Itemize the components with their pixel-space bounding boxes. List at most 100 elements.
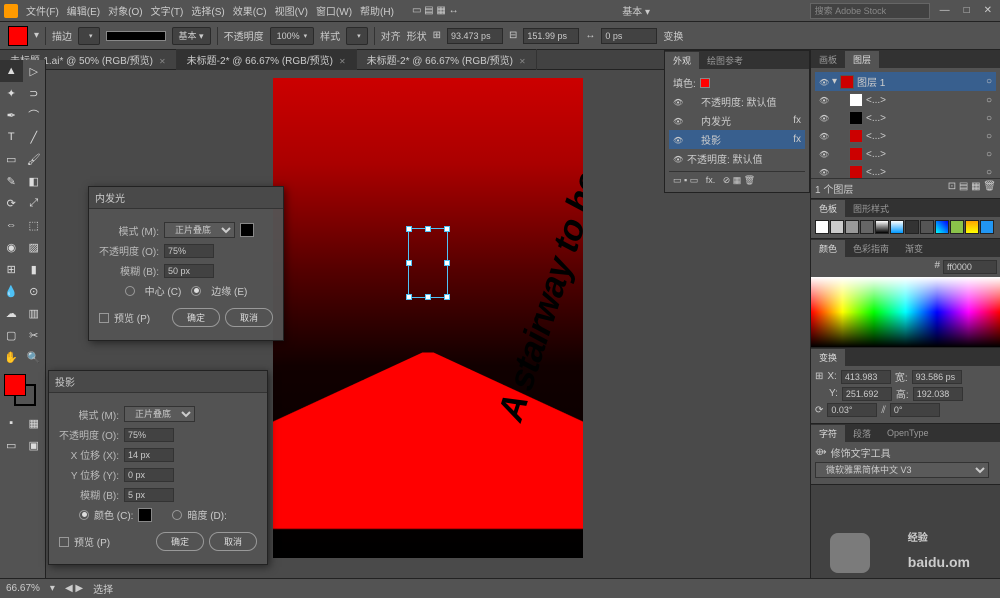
ty-input[interactable] [842,387,892,401]
zoom-tool[interactable]: 🔍 [23,346,46,368]
workspace-switcher[interactable]: 基本 ▾ [618,1,654,20]
menu-object[interactable]: 对象(O) [104,1,146,20]
tab-swatches[interactable]: 色板 [811,200,845,217]
ok-button[interactable]: 确定 [172,308,220,327]
rotate-tool[interactable]: ⟳ [0,192,23,214]
menu-effect[interactable]: 效果(C) [229,1,271,20]
maximize-icon[interactable]: □ [960,3,974,18]
selection-tool[interactable]: ▲ [0,60,23,82]
selection-box[interactable] [408,228,448,298]
shadow-blur-input[interactable] [124,488,174,502]
tab-opentype[interactable]: OpenType [879,426,937,440]
pen-tool[interactable]: ✒ [0,104,23,126]
shape-builder-tool[interactable]: ◉ [0,236,23,258]
graphic-style-dropdown[interactable] [346,27,368,45]
hex-input[interactable] [943,260,997,274]
mesh-tool[interactable]: ⊞ [0,258,23,280]
tx-input[interactable] [841,370,891,384]
w-input[interactable] [601,28,657,44]
opacity-dropdown[interactable]: 100% [270,27,315,45]
y-input[interactable] [523,28,579,44]
zoom-display[interactable]: 66.67% [6,583,40,594]
tab-guides[interactable]: 绘图参考 [699,52,751,69]
color-mode-icon[interactable]: ▪ [0,412,23,434]
shadow-y-input[interactable] [124,468,174,482]
lasso-tool[interactable]: ⊃ [23,82,46,104]
screen-mode-icon[interactable]: ▭ [0,434,23,456]
close-tab-icon[interactable]: ✕ [159,57,166,66]
tw-input[interactable] [912,370,962,384]
curvature-tool[interactable]: ⌒ [23,104,46,126]
stroke-width-dropdown[interactable] [78,27,100,45]
glow-blur-input[interactable] [164,264,214,278]
layer-row[interactable]: ▾图层 1○ [815,72,996,91]
direct-select-tool[interactable]: ▷ [23,60,46,82]
gradient-mode-icon[interactable]: ▦ [23,412,46,434]
swatch-grid[interactable] [815,220,996,234]
cancel-button[interactable]: 取消 [225,308,273,327]
tab-layers[interactable]: 图层 [845,51,879,68]
shadow-color-swatch[interactable] [138,508,152,522]
tab-color-guide[interactable]: 色彩指南 [845,240,897,257]
search-input[interactable]: 搜索 Adobe Stock [810,3,930,19]
x-input[interactable] [447,28,503,44]
brush-tool[interactable]: 🖌 [23,148,46,170]
width-tool[interactable]: ⇔ [0,214,23,236]
close-tab-icon[interactable]: ✕ [339,57,346,66]
menu-file[interactable]: 文件(F) [22,1,63,20]
rectangle-tool[interactable]: ▭ [0,148,23,170]
menu-select[interactable]: 选择(S) [187,1,228,20]
screen-mode-2-icon[interactable]: ▣ [23,434,46,456]
darkness-radio[interactable] [172,510,182,520]
layer-row[interactable]: <...>○ [815,145,996,163]
tab-color[interactable]: 颜色 [811,240,845,257]
shear-input[interactable] [890,403,940,417]
slice-tool[interactable]: ✂ [23,324,46,346]
menu-edit[interactable]: 编辑(E) [63,1,104,20]
menu-window[interactable]: 窗口(W) [312,1,356,20]
type-tool[interactable]: T [0,126,23,148]
scale-tool[interactable]: ⤢ [23,192,46,214]
tab-appearance[interactable]: 外观 [665,52,699,69]
artboard[interactable]: A stairway to heaven [273,78,583,558]
preview-checkbox[interactable] [99,313,109,323]
tab-para[interactable]: 段落 [845,425,879,442]
eraser-tool[interactable]: ◧ [23,170,46,192]
tab-transform[interactable]: 变换 [811,349,845,366]
shadow-x-input[interactable] [124,448,174,462]
glow-color-swatch[interactable] [240,223,254,237]
magic-wand-tool[interactable]: ✦ [0,82,23,104]
tab-graphic-styles[interactable]: 图形样式 [845,200,897,217]
fill-swatch[interactable] [8,26,28,46]
fill-stroke-control[interactable] [0,372,45,412]
doc-tab-3[interactable]: 未标题-2* @ 66.67% (RGB/预览)✕ [357,49,537,70]
layer-row[interactable]: <...>○ [815,163,996,178]
blend-tool[interactable]: ⊙ [23,280,46,302]
center-radio[interactable] [125,286,135,296]
minimize-icon[interactable]: — [936,3,954,18]
stroke-preview[interactable] [106,31,166,41]
layer-row[interactable]: <...>○ [815,109,996,127]
layer-row[interactable]: <...>○ [815,127,996,145]
style-dropdown[interactable]: 基本 ▾ [172,27,211,45]
preview-checkbox[interactable] [59,537,69,547]
menu-help[interactable]: 帮助(H) [356,1,398,20]
perspective-tool[interactable]: ▨ [23,236,46,258]
close-icon[interactable]: ✕ [980,3,996,18]
color-radio[interactable] [79,510,89,520]
shadow-opacity-input[interactable] [124,428,174,442]
font-select[interactable]: 微软雅黑简体中文 V3 [815,462,989,478]
tab-gradient[interactable]: 渐变 [897,240,931,257]
shadow-mode-select[interactable]: 正片叠底 [124,406,195,422]
cancel-button[interactable]: 取消 [209,532,257,551]
artboard-tool[interactable]: ▢ [0,324,23,346]
hand-tool[interactable]: ✋ [0,346,23,368]
color-spectrum[interactable] [811,277,1000,347]
rotate-input[interactable] [827,403,877,417]
close-tab-icon[interactable]: ✕ [519,57,526,66]
shaper-tool[interactable]: ✎ [0,170,23,192]
blend-mode-select[interactable]: 正片叠底 [164,222,235,238]
tab-artboards[interactable]: 画板 [811,51,845,68]
free-transform-tool[interactable]: ⬚ [23,214,46,236]
line-tool[interactable]: ╱ [23,126,46,148]
